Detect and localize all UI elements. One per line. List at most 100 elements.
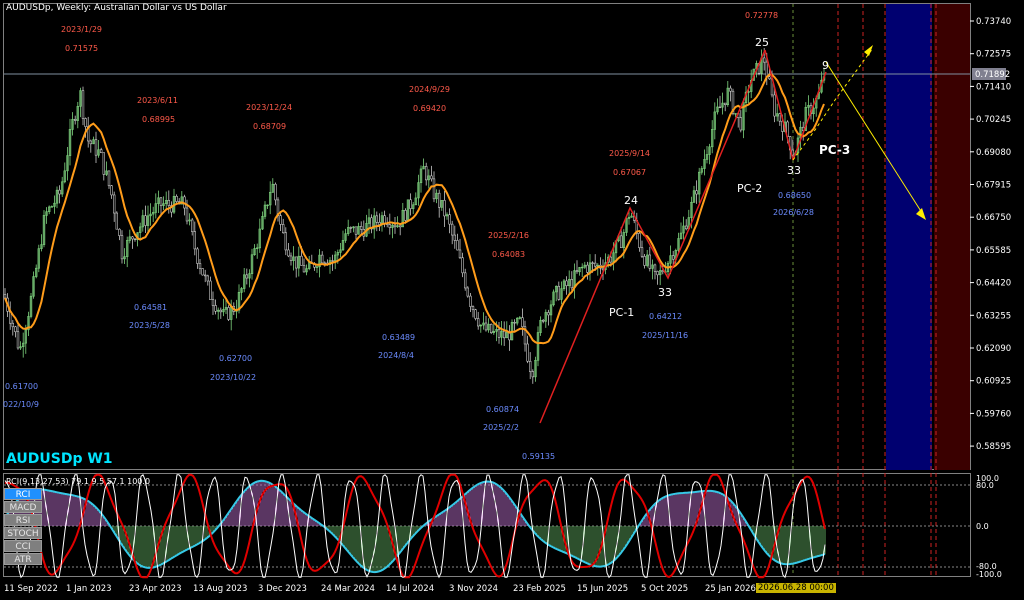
candle-body <box>453 234 456 241</box>
rsi-button[interactable]: RSI <box>4 514 42 526</box>
candle-body <box>58 189 61 195</box>
candle-body <box>765 61 769 78</box>
candle-body <box>432 178 436 200</box>
time-label: 24 Mar 2024 <box>321 584 375 594</box>
candle-body <box>656 271 659 276</box>
ann-blue-1-date: 022/10/9 <box>3 400 39 409</box>
ann-red-2-date: 2023/6/11 <box>137 96 178 105</box>
candle-body <box>133 238 137 241</box>
candle-body <box>474 309 477 319</box>
macd-button[interactable]: MACD <box>4 501 42 513</box>
ann-red-3-price: 0.68709 <box>253 122 286 131</box>
ann-red-5-price: 0.64083 <box>492 250 525 259</box>
candle-body <box>526 343 529 362</box>
candle-body <box>354 226 358 235</box>
candle-body <box>648 254 652 269</box>
price-label: 0.62090 <box>976 344 1011 354</box>
candle-body <box>89 140 93 145</box>
candle-body <box>359 226 363 230</box>
price-label: 0.71410 <box>976 82 1011 92</box>
atr-button[interactable]: ATR <box>4 553 42 565</box>
current-price-text: 0.71892 <box>975 70 1010 80</box>
candle-body <box>209 280 212 300</box>
candle-body <box>214 305 217 312</box>
candle-body <box>684 225 688 230</box>
cursor-date-tag: 2026.06.28 00:00 <box>756 583 836 593</box>
price-label: 0.59760 <box>976 409 1011 419</box>
candle-body <box>729 87 732 92</box>
ann-red-6-price: 0.67067 <box>613 168 646 177</box>
candle-body <box>375 215 378 223</box>
candle-body <box>211 299 215 306</box>
candle-body <box>159 197 163 206</box>
candle-body <box>768 76 771 80</box>
candle-body <box>289 255 293 261</box>
ann-blue-8-date: 2026/6/28 <box>773 208 814 217</box>
candle-body <box>81 90 85 119</box>
ann-red-4-date: 2024/9/29 <box>409 85 450 94</box>
candle-body <box>331 260 334 262</box>
candle-body <box>489 323 493 333</box>
candle-body <box>175 196 178 202</box>
candle-body <box>388 224 391 228</box>
candle-body <box>541 319 545 322</box>
candle-body <box>196 248 199 264</box>
candle-body <box>409 199 412 209</box>
candle-body <box>593 262 597 267</box>
rci-button[interactable]: RCI <box>4 488 42 500</box>
ann-blue-8-price: 0.68650 <box>778 191 811 200</box>
candle-body <box>557 285 561 300</box>
candle-body <box>471 306 475 311</box>
candle-body <box>294 256 298 269</box>
ann-blue-2-date: 2023/5/28 <box>129 321 170 330</box>
candle-body <box>739 117 743 131</box>
rci-axis-80: 80.0 <box>976 481 994 490</box>
ann-red-5-date: 2025/2/16 <box>488 231 529 240</box>
candle-body <box>102 152 106 175</box>
candle-body <box>528 360 532 372</box>
candle-body <box>450 223 454 236</box>
candle-body <box>430 175 433 180</box>
ann-blue-5-date: 2025/2/2 <box>483 423 519 432</box>
candle-body <box>245 274 248 279</box>
candle-body <box>424 166 428 181</box>
moving-average-line <box>4 73 825 345</box>
candle-body <box>274 183 277 201</box>
candle-body <box>718 106 722 109</box>
candle-body <box>100 149 103 153</box>
ann-blue-4-price: 0.63489 <box>382 333 415 342</box>
price-label: 0.69080 <box>976 148 1011 158</box>
pc1-label: PC-1 <box>609 306 634 319</box>
cci-button[interactable]: CCI <box>4 540 42 552</box>
candle-body <box>476 318 480 327</box>
price-label: 0.72575 <box>976 50 1011 60</box>
wave-label-33b: 33 <box>787 164 801 177</box>
price-label: 0.65585 <box>976 246 1011 256</box>
candle-body <box>437 192 441 208</box>
price-axis: 0.73740 0.72575 0.71410 0.70245 0.69080 0.679… <box>970 17 1011 452</box>
time-label: 3 Nov 2024 <box>449 584 499 594</box>
wave-label-33a: 33 <box>658 286 672 299</box>
candle-body <box>3 294 7 299</box>
price-chart[interactable]: 24 33 25 33 9 PC-1 PC-2 PC-3 2023/1/29 0… <box>0 0 1024 600</box>
candle-body <box>469 295 472 307</box>
time-label: 11 Sep 2022 <box>4 584 58 594</box>
time-label: 1 Jan 2023 <box>66 584 112 594</box>
candle-body <box>302 265 306 273</box>
time-label: 25 Jan 2026 <box>705 584 756 594</box>
candle-body <box>586 264 589 273</box>
price-label: 0.64420 <box>976 279 1011 289</box>
wave-line-up-1 <box>539 49 766 424</box>
candle-body <box>287 249 290 257</box>
candle-body <box>11 322 14 328</box>
candle-body <box>513 322 516 324</box>
stoch-button[interactable]: STOCH <box>4 527 42 539</box>
price-label: 0.70245 <box>976 115 1011 125</box>
candle-body <box>84 118 87 127</box>
ann-red-4-price: 0.69420 <box>413 104 446 113</box>
symbol-timeframe-label: AUDUSDp W1 <box>6 451 113 467</box>
candle-body <box>115 212 119 230</box>
candle-body <box>167 200 170 206</box>
rci-future-blue <box>886 474 932 576</box>
candle-body <box>279 215 282 225</box>
